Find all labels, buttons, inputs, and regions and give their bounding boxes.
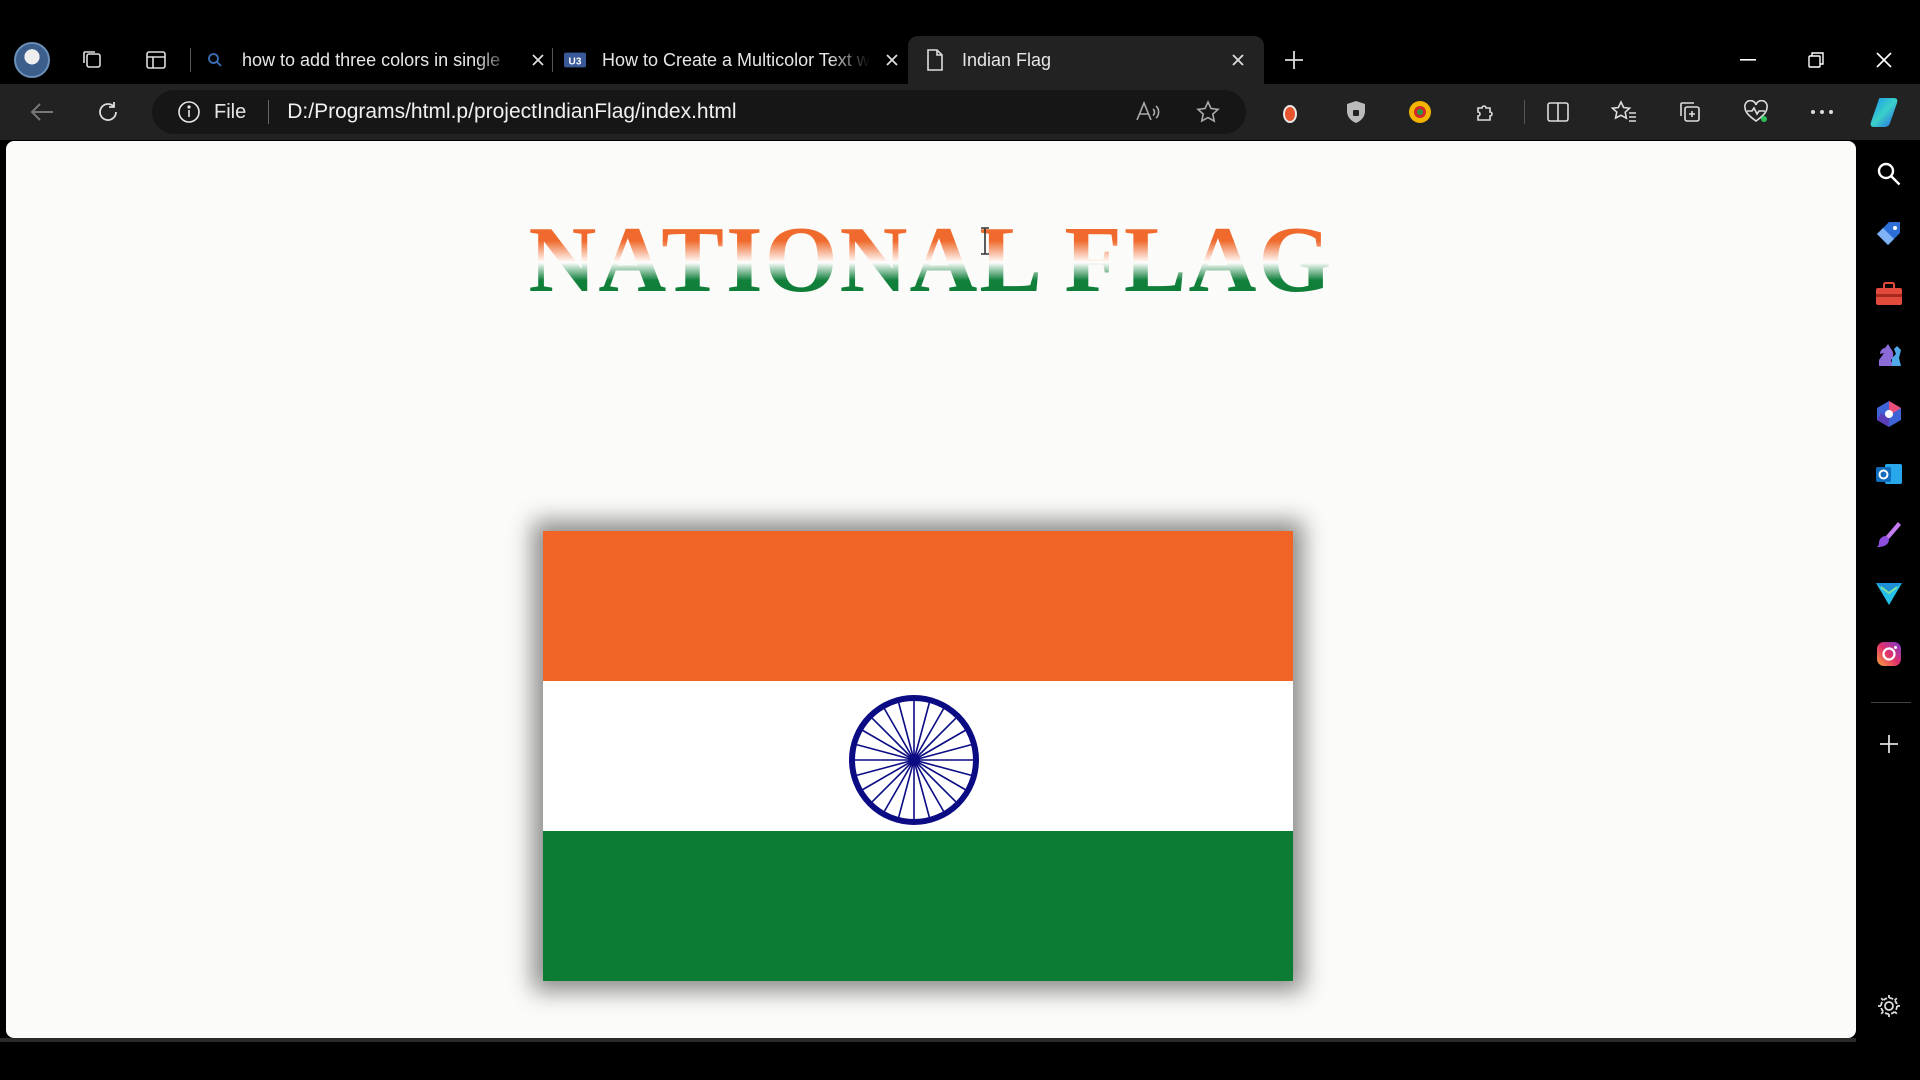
settings-gear-icon[interactable]: [1870, 987, 1908, 1025]
address-divider: [268, 100, 270, 124]
sidebar-divider: [1871, 702, 1911, 703]
tab-actions-icon[interactable]: [140, 44, 172, 76]
address-bar[interactable]: File D:/Programs/html.p/projectIndianFla…: [152, 90, 1246, 134]
tab-title: How to Create a Multicolor Text w: [602, 49, 870, 70]
collections-icon[interactable]: [1674, 96, 1706, 128]
microsoft-365-icon[interactable]: [1870, 395, 1908, 433]
split-screen-icon[interactable]: [1542, 96, 1574, 128]
extension-ext1-icon[interactable]: [1274, 96, 1306, 128]
page-viewport: NATIONAL FLAG: [6, 141, 1856, 1038]
search-icon[interactable]: [1870, 155, 1908, 193]
shopping-tag-icon[interactable]: [1870, 215, 1908, 253]
close-icon[interactable]: [526, 48, 550, 72]
edge-sidebar: [1858, 141, 1920, 1038]
text-cursor-icon: [981, 227, 989, 255]
close-window-button[interactable]: [1850, 36, 1918, 84]
toolbar-separator: [1524, 100, 1525, 124]
close-icon[interactable]: [1226, 48, 1250, 72]
svg-text:U3: U3: [569, 57, 582, 68]
extension-ext3-icon[interactable]: [1404, 96, 1436, 128]
indian-flag: [543, 531, 1293, 981]
ashoka-chakra-icon: [849, 695, 979, 825]
site-favicon-icon: U3: [564, 49, 586, 71]
info-icon[interactable]: [176, 99, 202, 125]
add-icon[interactable]: [1870, 725, 1908, 763]
favorite-star-icon[interactable]: [1192, 96, 1224, 128]
outlook-icon[interactable]: [1870, 455, 1908, 493]
browser-essentials-icon[interactable]: [1740, 96, 1772, 128]
flag-saffron-band: [543, 531, 1293, 681]
search-icon: [204, 49, 226, 71]
copilot-icon[interactable]: [1868, 93, 1906, 131]
close-icon[interactable]: [880, 48, 904, 72]
flag-green-band: [543, 831, 1293, 981]
back-arrow-icon[interactable]: [26, 96, 58, 128]
browser-window: how to add three colors in single U3 How…: [0, 0, 1920, 1080]
instagram-icon[interactable]: [1870, 635, 1908, 673]
tab-multicolor-text[interactable]: U3 How to Create a Multicolor Text w: [564, 36, 904, 84]
tab-title: how to add three colors in single: [242, 49, 501, 70]
navigation-toolbar: File D:/Programs/html.p/projectIndianFla…: [0, 84, 1920, 140]
shield-icon[interactable]: [1340, 96, 1372, 128]
window-bottom-edge: [0, 1038, 1856, 1042]
more-menu-icon[interactable]: [1806, 96, 1838, 128]
profile-avatar[interactable]: [14, 42, 50, 78]
tab-separator: [552, 48, 553, 72]
restore-button[interactable]: [1782, 36, 1850, 84]
page-heading: NATIONAL FLAG: [6, 211, 1856, 310]
games-chess-icon[interactable]: [1870, 335, 1908, 373]
workspaces-icon[interactable]: [76, 44, 108, 76]
tab-search-three-colors[interactable]: how to add three colors in single: [204, 36, 550, 84]
new-tab-button[interactable]: [1278, 44, 1310, 76]
send-drop-icon[interactable]: [1870, 575, 1908, 613]
designer-brush-icon[interactable]: [1870, 515, 1908, 553]
favorites-icon[interactable]: [1608, 96, 1640, 128]
scheme-label: File: [214, 100, 247, 123]
extensions-puzzle-icon[interactable]: [1470, 96, 1502, 128]
tools-briefcase-icon[interactable]: [1870, 275, 1908, 313]
chakra-hub: [908, 754, 920, 766]
tab-indian-flag[interactable]: Indian Flag: [908, 36, 1264, 84]
tab-separator: [190, 48, 191, 72]
tab-strip: how to add three colors in single U3 How…: [0, 36, 1920, 84]
tab-title: Indian Flag: [962, 49, 1052, 70]
refresh-icon[interactable]: [92, 96, 124, 128]
minimize-button[interactable]: [1714, 36, 1782, 84]
url-text[interactable]: D:/Programs/html.p/projectIndianFlag/ind…: [287, 100, 736, 124]
document-icon: [924, 49, 946, 71]
read-aloud-icon[interactable]: [1132, 96, 1164, 128]
